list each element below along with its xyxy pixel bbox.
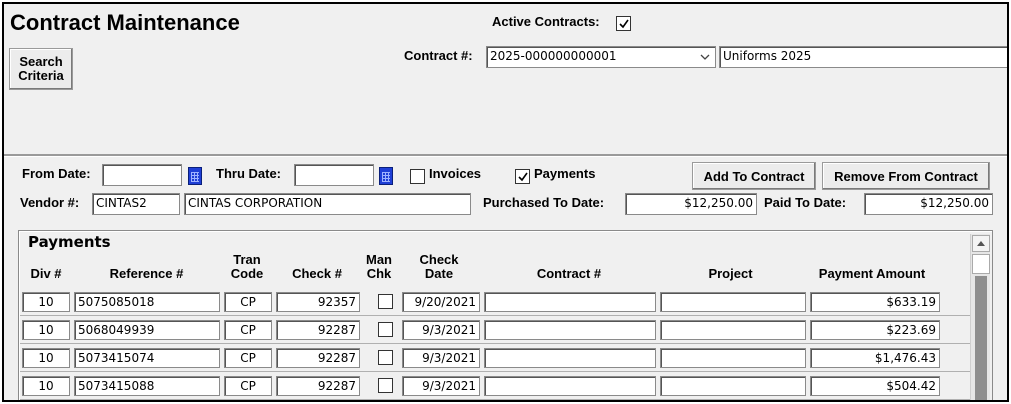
column-header-payment-amount: Payment Amount bbox=[818, 266, 926, 281]
contract-number-label: Contract #: bbox=[404, 48, 473, 63]
cell-reference[interactable]: 5068049939 bbox=[74, 320, 220, 340]
column-header-man-chk: Man Chk bbox=[366, 252, 392, 281]
cell-amount[interactable]: $1,476.43 bbox=[810, 348, 940, 368]
purchased-to-date-field: $12,250.00 bbox=[625, 193, 757, 215]
vendor-number-label: Vendor #: bbox=[20, 195, 80, 210]
contract-description-field[interactable]: Uniforms 2025 bbox=[719, 46, 1007, 68]
cell-contract[interactable] bbox=[484, 320, 656, 340]
chevron-down-icon[interactable] bbox=[695, 47, 715, 67]
invoices-label: Invoices bbox=[429, 166, 482, 181]
active-contracts-checkbox[interactable] bbox=[616, 16, 631, 31]
payments-label: Payments bbox=[534, 166, 596, 181]
cell-check-no[interactable]: 92287 bbox=[276, 320, 360, 340]
column-header-check-number: Check # bbox=[292, 266, 342, 281]
cell-project[interactable] bbox=[660, 348, 806, 368]
page-title: Contract Maintenance bbox=[10, 10, 240, 35]
cell-check-date[interactable]: 9/20/2021 bbox=[402, 292, 480, 312]
scrollbar-thumb[interactable] bbox=[972, 254, 990, 274]
column-header-reference: Reference # bbox=[109, 266, 184, 281]
column-header-check-date: Check Date bbox=[419, 252, 459, 281]
active-contracts-label: Active Contracts: bbox=[492, 14, 600, 29]
cell-reference[interactable]: 5075085018 bbox=[74, 292, 220, 312]
vendor-code-field[interactable]: CINTAS2 bbox=[92, 193, 180, 215]
payments-checkbox[interactable] bbox=[515, 169, 530, 184]
cell-amount[interactable]: $223.69 bbox=[810, 320, 940, 340]
from-date-label: From Date: bbox=[22, 166, 91, 181]
add-to-contract-button[interactable]: Add To Contract bbox=[692, 162, 816, 190]
cell-project[interactable] bbox=[660, 376, 806, 396]
cell-contract[interactable] bbox=[484, 348, 656, 368]
cell-div[interactable]: 10 bbox=[22, 320, 70, 340]
scroll-up-icon[interactable] bbox=[972, 235, 990, 252]
cell-check-date[interactable]: 9/3/2021 bbox=[402, 376, 480, 396]
man-chk-checkbox[interactable] bbox=[378, 322, 393, 337]
cell-tran-code[interactable]: CP bbox=[224, 376, 272, 396]
cell-contract[interactable] bbox=[484, 376, 656, 396]
table-row[interactable]: 10 5073415088 CP 92287 9/3/2021 $504.42 bbox=[20, 372, 970, 400]
cell-tran-code[interactable]: CP bbox=[224, 320, 272, 340]
cell-check-no[interactable]: 92357 bbox=[276, 292, 360, 312]
cell-reference[interactable]: 5073415088 bbox=[74, 376, 220, 396]
thru-date-input[interactable] bbox=[294, 164, 374, 186]
cell-project[interactable] bbox=[660, 320, 806, 340]
table-row[interactable]: 10 5068049939 CP 92287 9/3/2021 $223.69 bbox=[20, 316, 970, 344]
cell-project[interactable] bbox=[660, 292, 806, 312]
table-row[interactable]: 10 5073415074 CP 92287 9/3/2021 $1,476.43 bbox=[20, 344, 970, 372]
payments-scrollbar[interactable] bbox=[970, 234, 990, 400]
cell-check-no[interactable]: 92287 bbox=[276, 376, 360, 396]
cell-amount[interactable]: $504.42 bbox=[810, 376, 940, 396]
invoices-checkbox[interactable] bbox=[410, 169, 425, 184]
checkmark-icon bbox=[517, 172, 528, 181]
man-chk-checkbox[interactable] bbox=[378, 350, 393, 365]
calendar-icon[interactable] bbox=[188, 167, 202, 185]
purchased-to-date-label: Purchased To Date: bbox=[483, 195, 605, 210]
contract-number-select[interactable]: 2025-000000000001 bbox=[486, 46, 716, 68]
cell-div[interactable]: 10 bbox=[22, 376, 70, 396]
from-date-input[interactable] bbox=[102, 164, 182, 186]
table-row[interactable]: 10 5075085018 CP 92357 9/20/2021 $633.19 bbox=[20, 288, 970, 316]
cell-tran-code[interactable]: CP bbox=[224, 348, 272, 368]
contract-maintenance-window: Contract Maintenance Search Criteria Act… bbox=[2, 2, 1009, 402]
cell-tran-code[interactable]: CP bbox=[224, 292, 272, 312]
search-criteria-button[interactable]: Search Criteria bbox=[9, 48, 73, 90]
cell-amount[interactable]: $633.19 bbox=[810, 292, 940, 312]
cell-check-no[interactable]: 92287 bbox=[276, 348, 360, 368]
cell-div[interactable]: 10 bbox=[22, 348, 70, 368]
man-chk-checkbox[interactable] bbox=[378, 294, 393, 309]
cell-check-date[interactable]: 9/3/2021 bbox=[402, 320, 480, 340]
payments-group-title: Payments bbox=[28, 233, 111, 251]
column-header-tran-code: Tran Code bbox=[230, 252, 264, 281]
cell-contract[interactable] bbox=[484, 292, 656, 312]
paid-to-date-field: $12,250.00 bbox=[864, 193, 993, 215]
calendar-icon[interactable] bbox=[379, 167, 393, 185]
paid-to-date-label: Paid To Date: bbox=[764, 195, 847, 210]
scrollbar-track[interactable] bbox=[975, 276, 987, 400]
column-header-project: Project bbox=[708, 266, 753, 281]
thru-date-label: Thru Date: bbox=[216, 166, 281, 181]
section-divider bbox=[4, 154, 1007, 157]
vendor-name-field[interactable]: CINTAS CORPORATION bbox=[184, 193, 471, 215]
checkmark-icon bbox=[618, 19, 629, 28]
cell-check-date[interactable]: 9/3/2021 bbox=[402, 348, 480, 368]
cell-reference[interactable]: 5073415074 bbox=[74, 348, 220, 368]
remove-from-contract-button[interactable]: Remove From Contract bbox=[822, 162, 990, 190]
column-header-contract: Contract # bbox=[536, 266, 602, 281]
man-chk-checkbox[interactable] bbox=[378, 378, 393, 393]
column-header-div: Div # bbox=[30, 266, 62, 281]
cell-div[interactable]: 10 bbox=[22, 292, 70, 312]
